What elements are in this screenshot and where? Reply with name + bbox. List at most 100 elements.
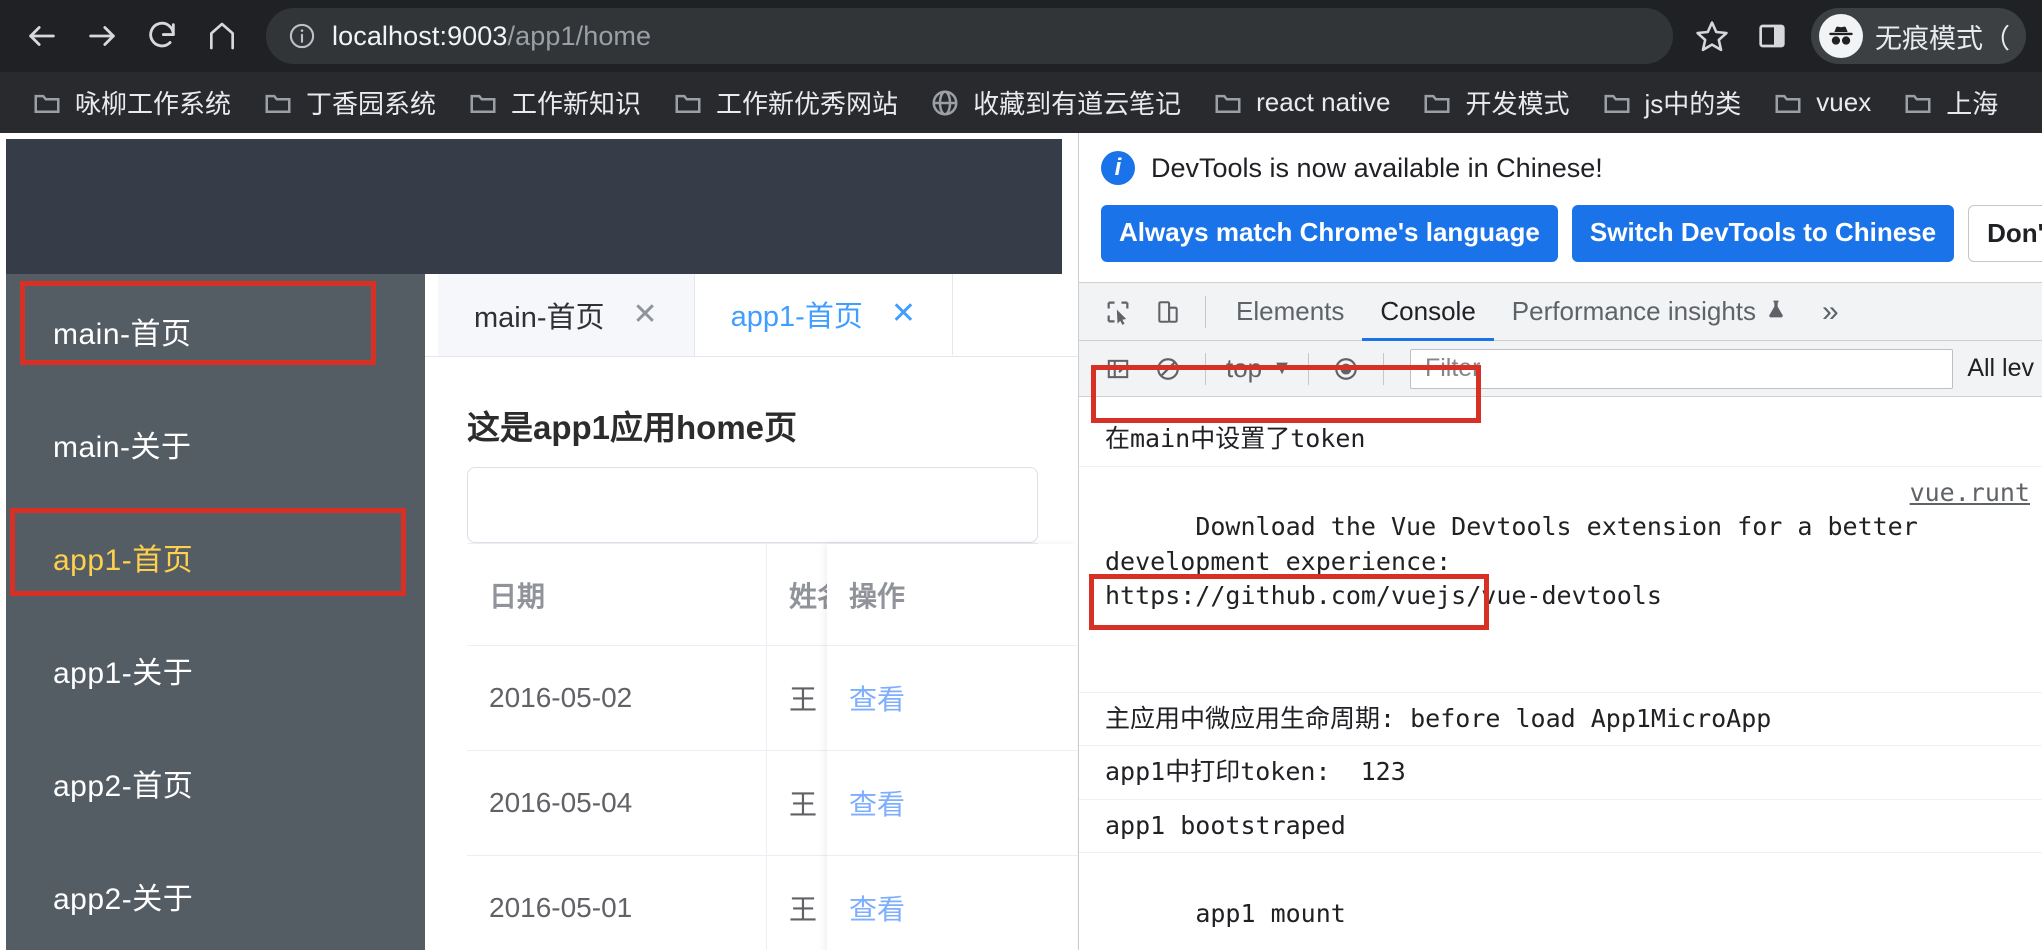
- bookmark-label: 收藏到有道云笔记: [973, 89, 1182, 119]
- console-message[interactable]: 主应用中微应用生命周期: before load App1MicroApp: [1079, 693, 2042, 746]
- url-host: localhost:9003: [332, 20, 508, 51]
- action-cell-row: 查看: [827, 646, 1077, 751]
- toolbar-divider: [1205, 295, 1206, 328]
- globe-icon: [930, 88, 960, 118]
- cell-date: 2016-05-01: [467, 856, 767, 950]
- console-message-text: Download the Vue Devtools extension for …: [1105, 512, 1918, 610]
- profile-incognito-button[interactable]: 无痕模式（: [1811, 8, 2026, 64]
- view-link[interactable]: 查看: [849, 678, 905, 718]
- sidebar-item-main-about[interactable]: main-关于: [6, 387, 425, 500]
- folder-icon: [1602, 88, 1632, 118]
- dont-show-button[interactable]: Don't show: [1968, 205, 2042, 262]
- sidebar-item-app2-about[interactable]: app2-关于: [6, 839, 425, 950]
- folder-icon: [468, 88, 498, 118]
- bookmark-item[interactable]: 工作新优秀网站: [657, 76, 914, 129]
- bookmark-item[interactable]: 咏柳工作系统: [16, 76, 247, 129]
- browser-chrome: localhost:9003/app1/home 无痕模式（ 咏柳工作系统 丁香…: [0, 0, 2042, 133]
- table-fixed-action-column: 操作 查看 查看 查看: [827, 544, 1077, 950]
- address-bar[interactable]: localhost:9003/app1/home: [266, 8, 1673, 64]
- more-tabs-icon[interactable]: »: [1804, 295, 1857, 329]
- sidebar-item-app1-home[interactable]: app1-首页: [6, 500, 425, 613]
- incognito-icon: [1819, 14, 1863, 58]
- live-expression-icon[interactable]: [1321, 346, 1371, 392]
- bookmark-item[interactable]: 工作新知识: [452, 76, 657, 129]
- sidebar-item-app2-home[interactable]: app2-首页: [6, 726, 425, 839]
- bookmark-item[interactable]: 上海: [1887, 76, 2014, 129]
- bookmark-item[interactable]: 收藏到有道云笔记: [914, 76, 1197, 129]
- folder-icon: [1903, 88, 1933, 118]
- action-cell-row: 查看: [827, 751, 1077, 856]
- banner-message: DevTools is now available in Chinese!: [1151, 152, 1603, 183]
- bookmark-item[interactable]: 丁香园系统: [247, 76, 452, 129]
- console-source-link[interactable]: vue.runt: [1910, 476, 2030, 511]
- device-toolbar-icon[interactable]: [1143, 289, 1193, 335]
- sidebar-item-label: app1-关于: [53, 656, 194, 690]
- back-button[interactable]: [14, 8, 70, 64]
- console-message[interactable]: app1中打印token: 123: [1079, 746, 2042, 800]
- site-info-icon[interactable]: [288, 22, 316, 50]
- tab-main-home[interactable]: main-首页 ✕: [438, 274, 695, 356]
- info-icon: i: [1101, 151, 1135, 185]
- always-match-language-button[interactable]: Always match Chrome's language: [1101, 205, 1558, 262]
- bookmark-label: vuex: [1816, 87, 1872, 117]
- bookmark-label: 工作新知识: [511, 89, 642, 119]
- bookmark-label: react native: [1256, 87, 1391, 117]
- app-sidebar: main-首页 main-关于 app1-首页 app1-关于 app2-首页 …: [6, 274, 425, 950]
- console-message[interactable]: app1 bootstraped: [1079, 800, 2042, 853]
- side-panel-icon[interactable]: [1745, 9, 1799, 63]
- clear-console-icon[interactable]: [1143, 346, 1193, 392]
- folder-icon: [673, 88, 703, 118]
- tab-performance-insights-label: Performance insights: [1511, 296, 1757, 326]
- close-icon[interactable]: ✕: [633, 300, 658, 330]
- app-content-pane: main-首页 ✕ app1-首页 ✕ 这是app1应用home页 日期 姓名 …: [425, 274, 1078, 950]
- console-message[interactable]: app1 mount: [1079, 853, 2042, 950]
- app-tab-bar: main-首页 ✕ app1-首页 ✕: [425, 274, 1078, 357]
- folder-icon: [1773, 88, 1803, 118]
- console-filter-input[interactable]: Filter: [1409, 348, 1954, 389]
- execution-context-selector[interactable]: top ▼: [1218, 340, 1296, 398]
- tab-app1-home[interactable]: app1-首页 ✕: [694, 274, 953, 356]
- tab-console[interactable]: Console: [1362, 283, 1493, 341]
- column-header-action: 操作: [849, 580, 906, 612]
- app-content-body: 这是app1应用home页 日期 姓名 2016-05-02 王 2016-05…: [425, 357, 1078, 950]
- forward-button[interactable]: [74, 8, 130, 64]
- bookmark-label: 开发模式: [1465, 89, 1570, 119]
- switch-devtools-chinese-button[interactable]: Switch DevTools to Chinese: [1571, 205, 1955, 262]
- chrome-right-controls: 无痕模式（: [1685, 8, 2028, 64]
- bookmark-item[interactable]: react native: [1197, 79, 1406, 126]
- console-message-list[interactable]: 在main中设置了token Download the Vue Devtools…: [1079, 413, 2042, 950]
- search-input[interactable]: [467, 467, 1038, 543]
- bookmark-label: js中的类: [1644, 89, 1742, 119]
- column-header-action-wrap: 操作: [827, 544, 1077, 646]
- console-message-text: app1 mount: [1195, 898, 1346, 928]
- bookmark-label: 咏柳工作系统: [75, 89, 232, 119]
- url-path: /app1/home: [507, 20, 652, 51]
- console-toolbar: top ▼ Filter All lev: [1079, 341, 2042, 397]
- sidebar-item-main-home[interactable]: main-首页: [6, 274, 425, 387]
- folder-icon: [1213, 88, 1243, 118]
- bookmarks-bar: 咏柳工作系统 丁香园系统 工作新知识 工作新优秀网站 收藏到有道云笔记 reac…: [0, 72, 2042, 133]
- execution-context-label: top: [1226, 353, 1263, 383]
- bookmark-item[interactable]: 开发模式: [1406, 76, 1585, 129]
- data-table: 日期 姓名 2016-05-02 王 2016-05-04 王 2016-05-…: [467, 543, 1077, 950]
- action-cell-row: 查看: [827, 856, 1077, 950]
- close-icon[interactable]: ✕: [891, 299, 916, 329]
- banner-message-row: i DevTools is now available in Chinese!: [1101, 151, 2022, 185]
- web-page-viewport: main-首页 main-关于 app1-首页 app1-关于 app2-首页 …: [0, 133, 1078, 950]
- bookmark-item[interactable]: vuex: [1757, 79, 1887, 126]
- sidebar-item-app1-about[interactable]: app1-关于: [6, 613, 425, 726]
- bookmark-star-icon[interactable]: [1685, 9, 1739, 63]
- reload-button[interactable]: [134, 8, 190, 64]
- inspect-element-icon[interactable]: [1093, 289, 1143, 335]
- console-sidebar-icon[interactable]: [1093, 346, 1143, 392]
- tab-elements[interactable]: Elements: [1218, 283, 1362, 341]
- home-button[interactable]: [194, 8, 250, 64]
- log-level-selector[interactable]: All lev: [1967, 354, 2042, 383]
- folder-icon: [32, 88, 62, 118]
- view-link[interactable]: 查看: [849, 888, 905, 928]
- view-link[interactable]: 查看: [849, 783, 905, 823]
- console-message[interactable]: Download the Vue Devtools extension for …: [1079, 467, 2042, 693]
- console-message[interactable]: 在main中设置了token: [1079, 413, 2042, 467]
- bookmark-item[interactable]: js中的类: [1586, 76, 1758, 129]
- tab-performance-insights[interactable]: Performance insights: [1494, 283, 1804, 341]
